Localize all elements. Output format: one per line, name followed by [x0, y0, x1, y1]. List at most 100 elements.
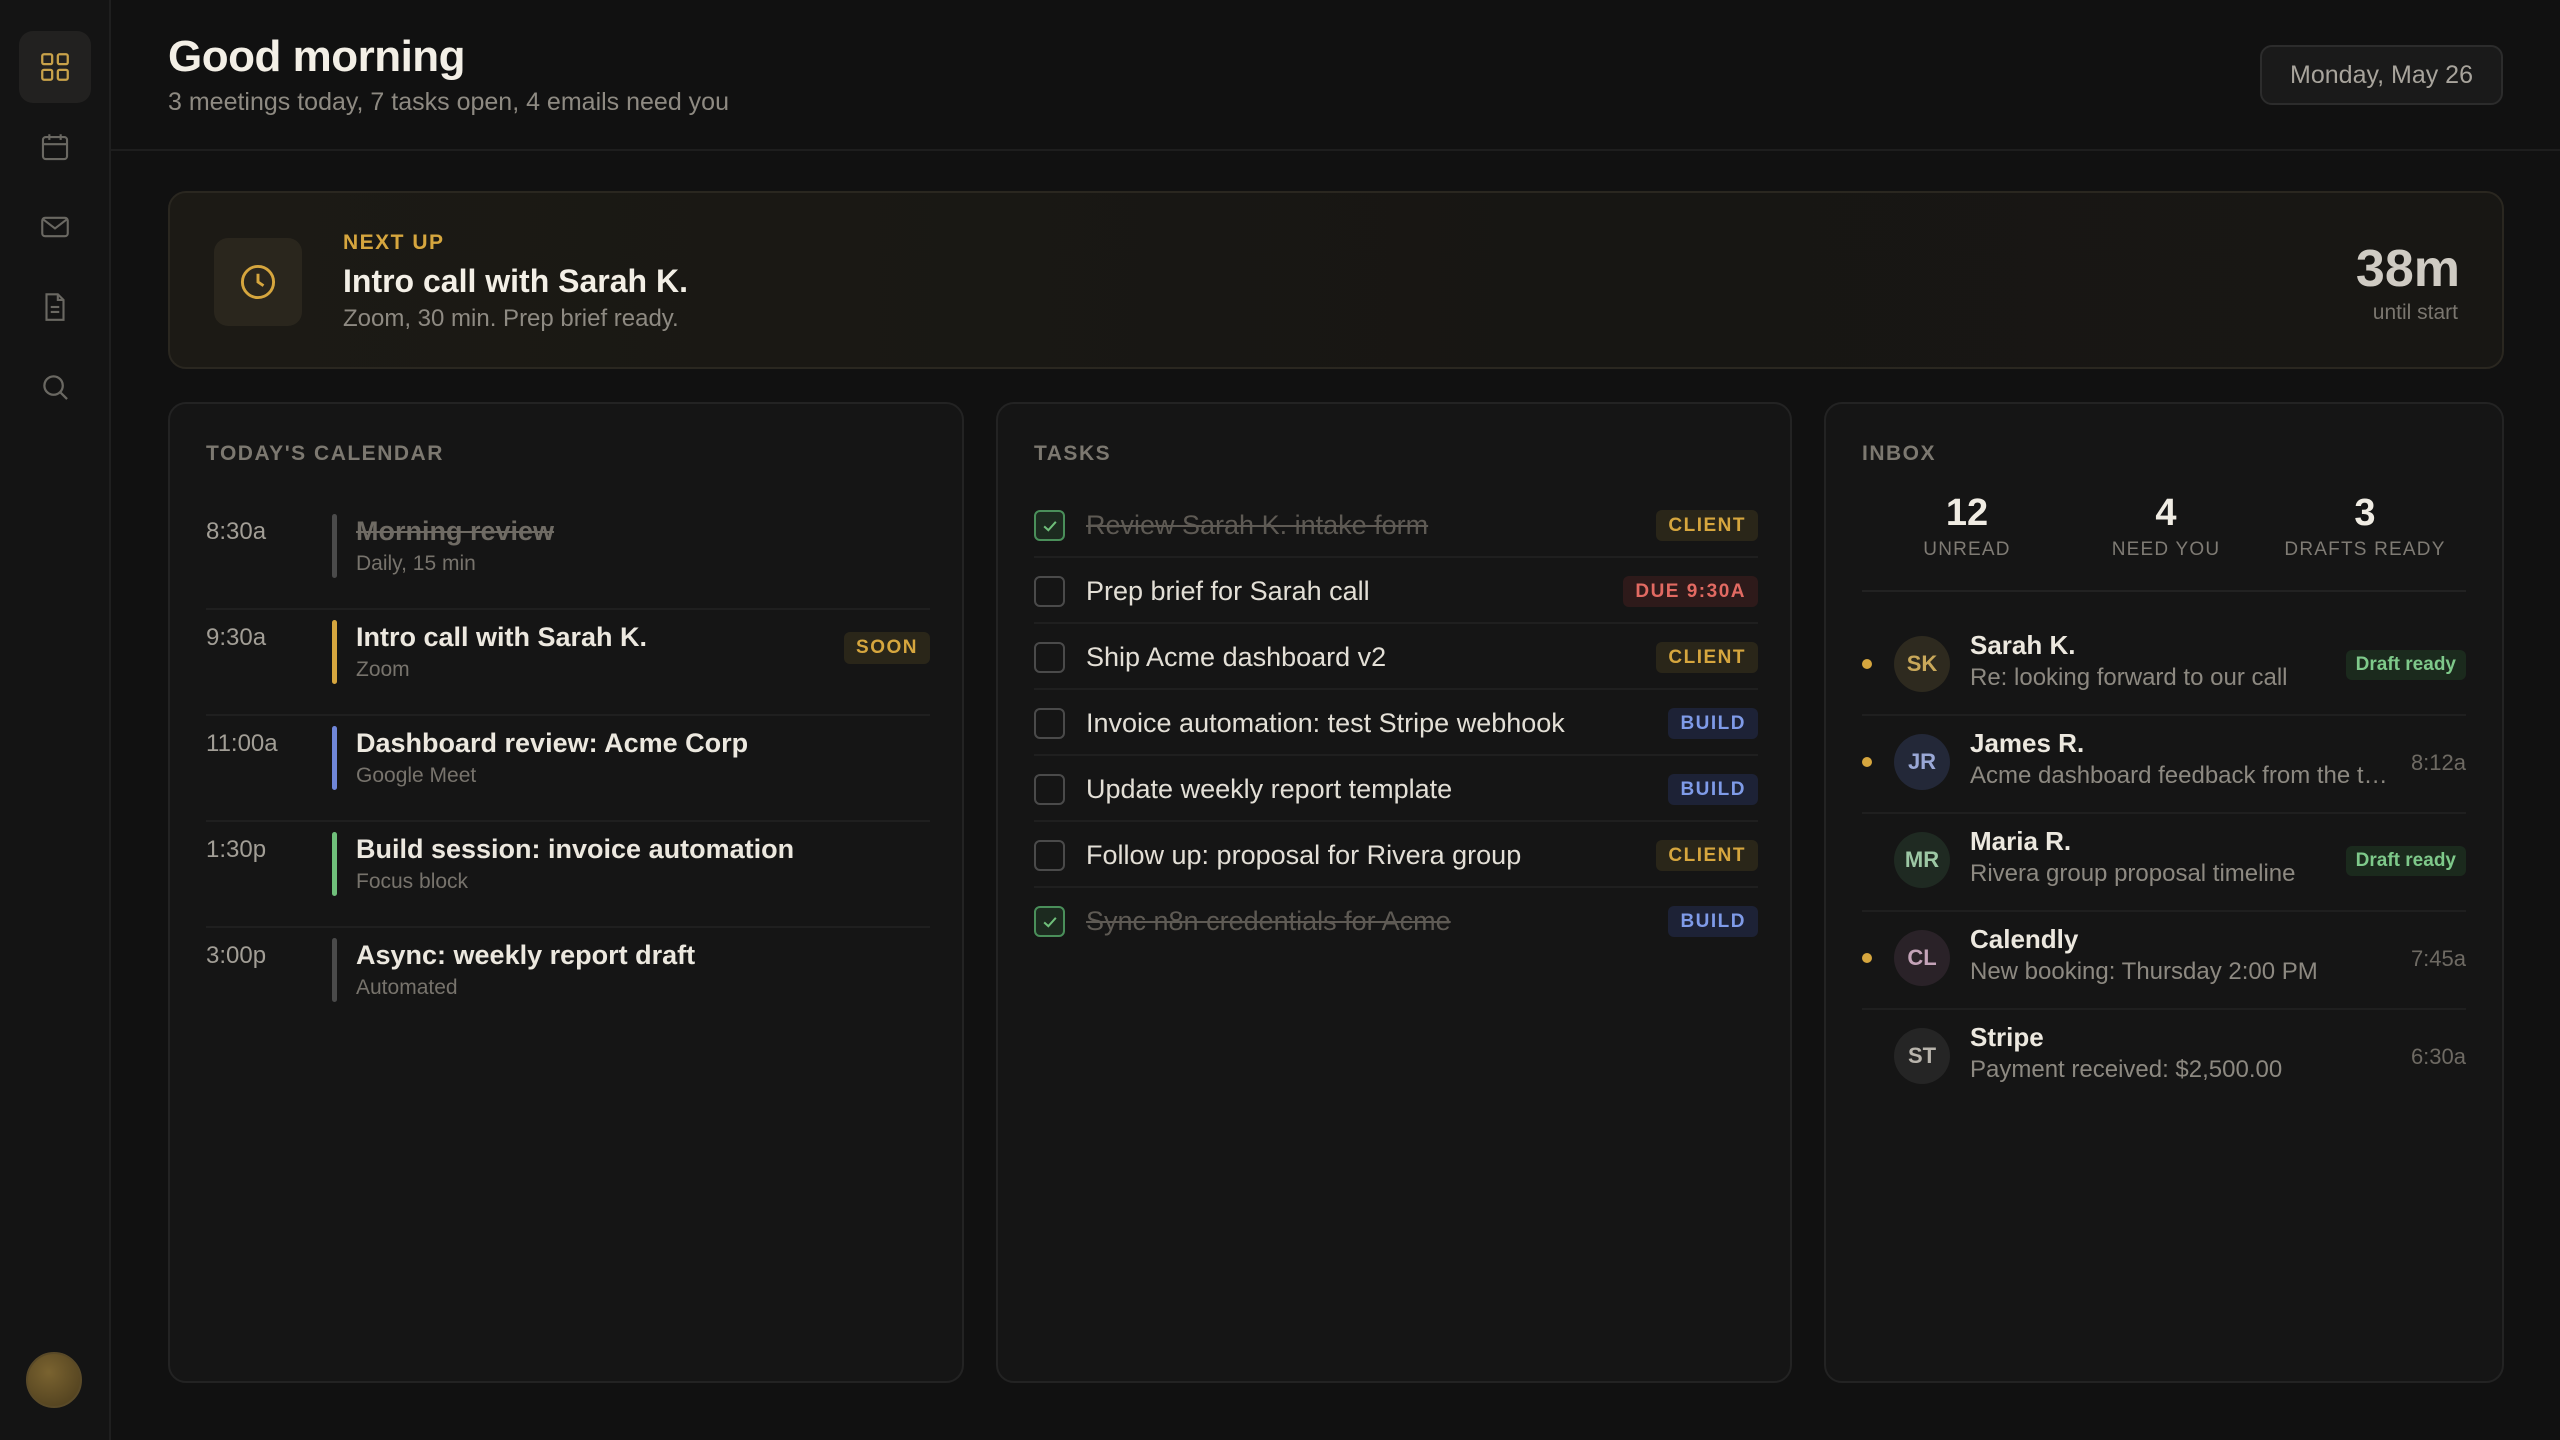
soon-badge: SOON — [844, 632, 930, 664]
event-title: Build session: invoice automation — [356, 834, 795, 864]
task-tag: BUILD — [1668, 708, 1758, 739]
sender-avatar: MR — [1894, 832, 1950, 888]
task-tag: BUILD — [1668, 774, 1758, 805]
nav-mail-button[interactable] — [19, 191, 91, 263]
task-text: Invoice automation: test Stripe webhook — [1086, 708, 1565, 738]
mail-subject: Re: looking forward to our call — [1970, 664, 2288, 691]
task-checkbox[interactable] — [1034, 642, 1065, 673]
task-checkbox[interactable] — [1034, 774, 1065, 805]
mail-sender: Calendly — [1970, 924, 2079, 954]
task-row[interactable]: Ship Acme dashboard v2 CLIENT — [1034, 624, 1758, 690]
event-color-bar — [332, 726, 337, 790]
task-tag: BUILD — [1668, 906, 1758, 937]
task-checkbox[interactable] — [1034, 708, 1065, 739]
task-text: Ship Acme dashboard v2 — [1086, 642, 1387, 672]
stat-value: 4 — [2155, 492, 2177, 534]
date-chip[interactable]: Monday, May 26 — [2260, 45, 2503, 105]
task-row[interactable]: Invoice automation: test Stripe webhook … — [1034, 690, 1758, 756]
task-checkbox[interactable] — [1034, 510, 1065, 541]
tasks-card-title: TASKS — [1034, 442, 1112, 465]
task-row[interactable]: Review Sarah K. intake form CLIENT — [1034, 492, 1758, 558]
inbox-stat-drafts[interactable]: 3 DRAFTS READY — [2260, 492, 2470, 561]
mail-row[interactable]: SK Sarah K. Re: looking forward to our c… — [1862, 618, 2466, 716]
mail-row[interactable]: ST Stripe Payment received: $2,500.00 6:… — [1862, 1010, 2466, 1108]
calendar-event[interactable]: 8:30a Morning review Daily, 15 min — [206, 504, 930, 610]
nav-calendar-button[interactable] — [19, 111, 91, 183]
mail-time: 7:45a — [2410, 946, 2466, 971]
mail-row[interactable]: MR Maria R. Rivera group proposal timeli… — [1862, 814, 2466, 912]
next-up-title: Intro call with Sarah K. — [343, 263, 688, 299]
greeting-title: Good morning — [168, 32, 466, 81]
nav-dashboard-button[interactable] — [19, 31, 91, 103]
mail-row[interactable]: JR James R. Acme dashboard feedback from… — [1862, 716, 2466, 814]
task-tag: CLIENT — [1656, 642, 1758, 673]
event-subtitle: Zoom — [356, 658, 410, 681]
inbox-stat-need-you[interactable]: 4 NEED YOU — [2061, 492, 2271, 561]
mail-subject: New booking: Thursday 2:00 PM — [1970, 958, 2318, 985]
task-checkbox[interactable] — [1034, 576, 1065, 607]
event-title: Dashboard review: Acme Corp — [356, 728, 749, 758]
mail-time: 8:12a — [2410, 750, 2466, 775]
task-row[interactable]: Sync n8n credentials for Acme BUILD — [1034, 888, 1758, 954]
unread-dot — [1862, 757, 1872, 767]
calendar-event[interactable]: 1:30p Build session: invoice automation … — [206, 822, 930, 928]
event-title: Async: weekly report draft — [356, 940, 696, 970]
stat-value: 12 — [1945, 492, 1989, 534]
task-text: Update weekly report template — [1086, 774, 1453, 804]
nav-search-button[interactable] — [19, 351, 91, 423]
day-summary: 3 meetings today, 7 tasks open, 4 emails… — [168, 88, 729, 116]
next-up-subtitle: Zoom, 30 min. Prep brief ready. — [343, 305, 679, 332]
stat-value: 3 — [2354, 492, 2376, 534]
nav-documents-button[interactable] — [19, 271, 91, 343]
sender-avatar: SK — [1894, 636, 1950, 692]
task-row[interactable]: Prep brief for Sarah call DUE 9:30A — [1034, 558, 1758, 624]
grid-icon — [41, 53, 69, 81]
stat-label: DRAFTS READY — [2284, 539, 2446, 560]
event-subtitle: Automated — [356, 976, 458, 999]
stat-label: NEED YOU — [2111, 539, 2221, 560]
user-avatar[interactable] — [26, 1352, 82, 1408]
tasks-card: TASKS Review Sarah K. intake form CLIENT… — [996, 402, 1792, 1383]
event-title: Intro call with Sarah K. — [356, 622, 648, 652]
unread-dot — [1862, 953, 1872, 963]
event-color-bar — [332, 832, 337, 896]
task-row[interactable]: Follow up: proposal for Rivera group CLI… — [1034, 822, 1758, 888]
inbox-stat-unread[interactable]: 12 UNREAD — [1862, 492, 2072, 561]
event-color-bar — [332, 620, 337, 684]
check-icon — [1042, 916, 1057, 928]
document-icon — [45, 293, 65, 321]
inbox-card: INBOX 12 UNREAD 4 NEED YOU 3 DRAFTS READ… — [1824, 402, 2504, 1383]
clock-icon — [214, 238, 302, 326]
sidebar — [0, 0, 111, 1440]
task-tag: CLIENT — [1656, 510, 1758, 541]
calendar-event[interactable]: 11:00a Dashboard review: Acme Corp Googl… — [206, 716, 930, 822]
mail-sender: Maria R. — [1970, 826, 2072, 856]
calendar-card: TODAY'S CALENDAR 8:30a Morning review Da… — [168, 402, 964, 1383]
task-row[interactable]: Update weekly report template BUILD — [1034, 756, 1758, 822]
sender-avatar: CL — [1894, 930, 1950, 986]
event-color-bar — [332, 514, 337, 578]
task-checkbox[interactable] — [1034, 840, 1065, 871]
draft-ready-badge[interactable]: Draft ready — [2345, 650, 2466, 680]
divider — [1862, 590, 2466, 592]
task-text: Review Sarah K. intake form — [1086, 510, 1429, 540]
page-header: Good morning 3 meetings today, 7 tasks o… — [111, 0, 2560, 151]
next-up-banner[interactable]: NEXT UP Intro call with Sarah K. Zoom, 3… — [168, 191, 2504, 369]
task-text: Prep brief for Sarah call — [1086, 576, 1370, 606]
calendar-event[interactable]: 3:00p Async: weekly report draft Automat… — [206, 928, 930, 1034]
mail-row[interactable]: CL Calendly New booking: Thursday 2:00 P… — [1862, 912, 2466, 1010]
calendar-card-title: TODAY'S CALENDAR — [206, 442, 444, 465]
mail-icon — [41, 216, 69, 238]
calendar-event[interactable]: 9:30a Intro call with Sarah K. Zoom SOON — [206, 610, 930, 716]
draft-ready-badge[interactable]: Draft ready — [2345, 846, 2466, 876]
event-subtitle: Daily, 15 min — [356, 552, 476, 575]
stat-label: UNREAD — [1923, 539, 2011, 560]
event-title: Morning review — [356, 516, 555, 546]
mail-time: 6:30a — [2410, 1044, 2466, 1069]
task-checkbox[interactable] — [1034, 906, 1065, 937]
mail-sender: Sarah K. — [1970, 630, 2076, 660]
task-text: Sync n8n credentials for Acme — [1086, 906, 1451, 936]
next-up-label: NEXT UP — [343, 231, 445, 254]
calendar-icon — [41, 134, 69, 161]
mail-sender: Stripe — [1970, 1022, 2044, 1052]
